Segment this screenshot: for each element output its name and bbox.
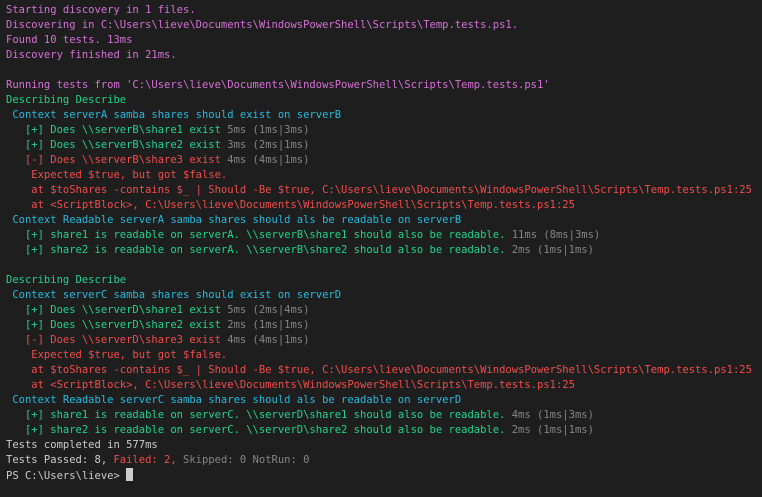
test-pass-line: [+] Does \\serverB\share2 exist 3ms (2ms…: [6, 138, 762, 153]
context-line: Context serverA samba shares should exis…: [6, 109, 342, 121]
test-pass-text: [+] share2 is readable on serverC. \\ser…: [6, 424, 506, 436]
discovering-line: Discovering in C:\Users\lieve\Documents\…: [6, 19, 519, 31]
context-line: Context Readable serverC samba shares sh…: [6, 394, 462, 406]
test-pass-text: [+] Does \\serverD\share2 exist: [6, 319, 221, 331]
describe-line: Describing Describe: [6, 274, 127, 286]
test-pass-text: [+] share2 is readable on serverA. \\ser…: [6, 244, 506, 256]
shell-prompt: PS C:\Users\lieve>: [6, 470, 127, 482]
test-pass-line: [+] Does \\serverD\share1 exist 5ms (2ms…: [6, 303, 762, 318]
describe-line: Describing Describe: [6, 94, 127, 106]
test-time: 2ms (1ms|1ms): [505, 244, 594, 256]
prompt-line[interactable]: PS C:\Users\lieve>: [6, 468, 762, 483]
test-time: 4ms (4ms|1ms): [220, 334, 310, 346]
test-time: 5ms (2ms|4ms): [220, 304, 310, 316]
test-pass-line: [+] Does \\serverD\share2 exist 2ms (1ms…: [6, 318, 762, 333]
error-stack-line: at <ScriptBlock>, C:\Users\lieve\Documen…: [6, 379, 575, 391]
test-pass-text: [+] Does \\serverD\share1 exist: [6, 304, 221, 316]
test-time: 4ms (1ms|3ms): [505, 409, 594, 421]
test-pass-line: [+] share1 is readable on serverA. \\ser…: [6, 228, 762, 243]
failed-count: Failed: 2,: [113, 454, 184, 466]
terminal-output[interactable]: Starting discovery in 1 files. Discoveri…: [0, 0, 762, 497]
context-line: Context Readable serverA samba shares sh…: [6, 214, 462, 226]
test-time: 2ms (1ms|1ms): [505, 424, 594, 436]
test-pass-text: [+] share1 is readable on serverC. \\ser…: [6, 409, 506, 421]
test-time: 5ms (1ms|3ms): [220, 124, 310, 136]
test-fail-line: [-] Does \\serverB\share3 exist 4ms (4ms…: [6, 153, 762, 168]
test-pass-text: [+] share1 is readable on serverA. \\ser…: [6, 229, 506, 241]
context-line: Context serverC samba shares should exis…: [6, 289, 342, 301]
test-time: 11ms (8ms|3ms): [505, 229, 601, 241]
test-pass-line: [+] share1 is readable on serverC. \\ser…: [6, 408, 762, 423]
passed-count: Tests Passed: 8,: [6, 454, 114, 466]
test-fail-text: [-] Does \\serverB\share3 exist: [6, 154, 221, 166]
test-fail-line: [-] Does \\serverD\share3 exist 4ms (4ms…: [6, 333, 762, 348]
test-pass-text: [+] Does \\serverB\share1 exist: [6, 124, 221, 136]
test-time: 3ms (2ms|1ms): [220, 139, 310, 151]
discovery-finished-line: Discovery finished in 21ms.: [6, 49, 177, 61]
test-pass-line: [+] Does \\serverB\share1 exist 5ms (1ms…: [6, 123, 762, 138]
running-tests-line: Running tests from 'C:\Users\lieve\Docum…: [6, 79, 550, 91]
test-pass-line: [+] share2 is readable on serverC. \\ser…: [6, 423, 762, 438]
tests-summary-line: Tests Passed: 8, Failed: 2, Skipped: 0 N…: [6, 453, 762, 468]
error-stack-line: at $toShares -contains $_ | Should -Be $…: [6, 364, 752, 376]
test-time: 2ms (1ms|1ms): [220, 319, 310, 331]
discovery-start-line: Starting discovery in 1 files.: [6, 4, 196, 16]
cursor-caret[interactable]: [126, 468, 134, 481]
test-pass-line: [+] share2 is readable on serverA. \\ser…: [6, 243, 762, 258]
tests-completed-line: Tests completed in 577ms: [6, 439, 158, 451]
found-tests-line: Found 10 tests. 13ms: [6, 34, 133, 46]
error-stack-line: at $toShares -contains $_ | Should -Be $…: [6, 184, 752, 196]
error-message-line: Expected $true, but got $false.: [6, 349, 228, 361]
test-fail-text: [-] Does \\serverD\share3 exist: [6, 334, 221, 346]
test-pass-text: [+] Does \\serverB\share2 exist: [6, 139, 221, 151]
skipped-count: Skipped: 0 NotRun: 0: [183, 454, 310, 466]
error-message-line: Expected $true, but got $false.: [6, 169, 228, 181]
error-stack-line: at <ScriptBlock>, C:\Users\lieve\Documen…: [6, 199, 575, 211]
test-time: 4ms (4ms|1ms): [220, 154, 310, 166]
